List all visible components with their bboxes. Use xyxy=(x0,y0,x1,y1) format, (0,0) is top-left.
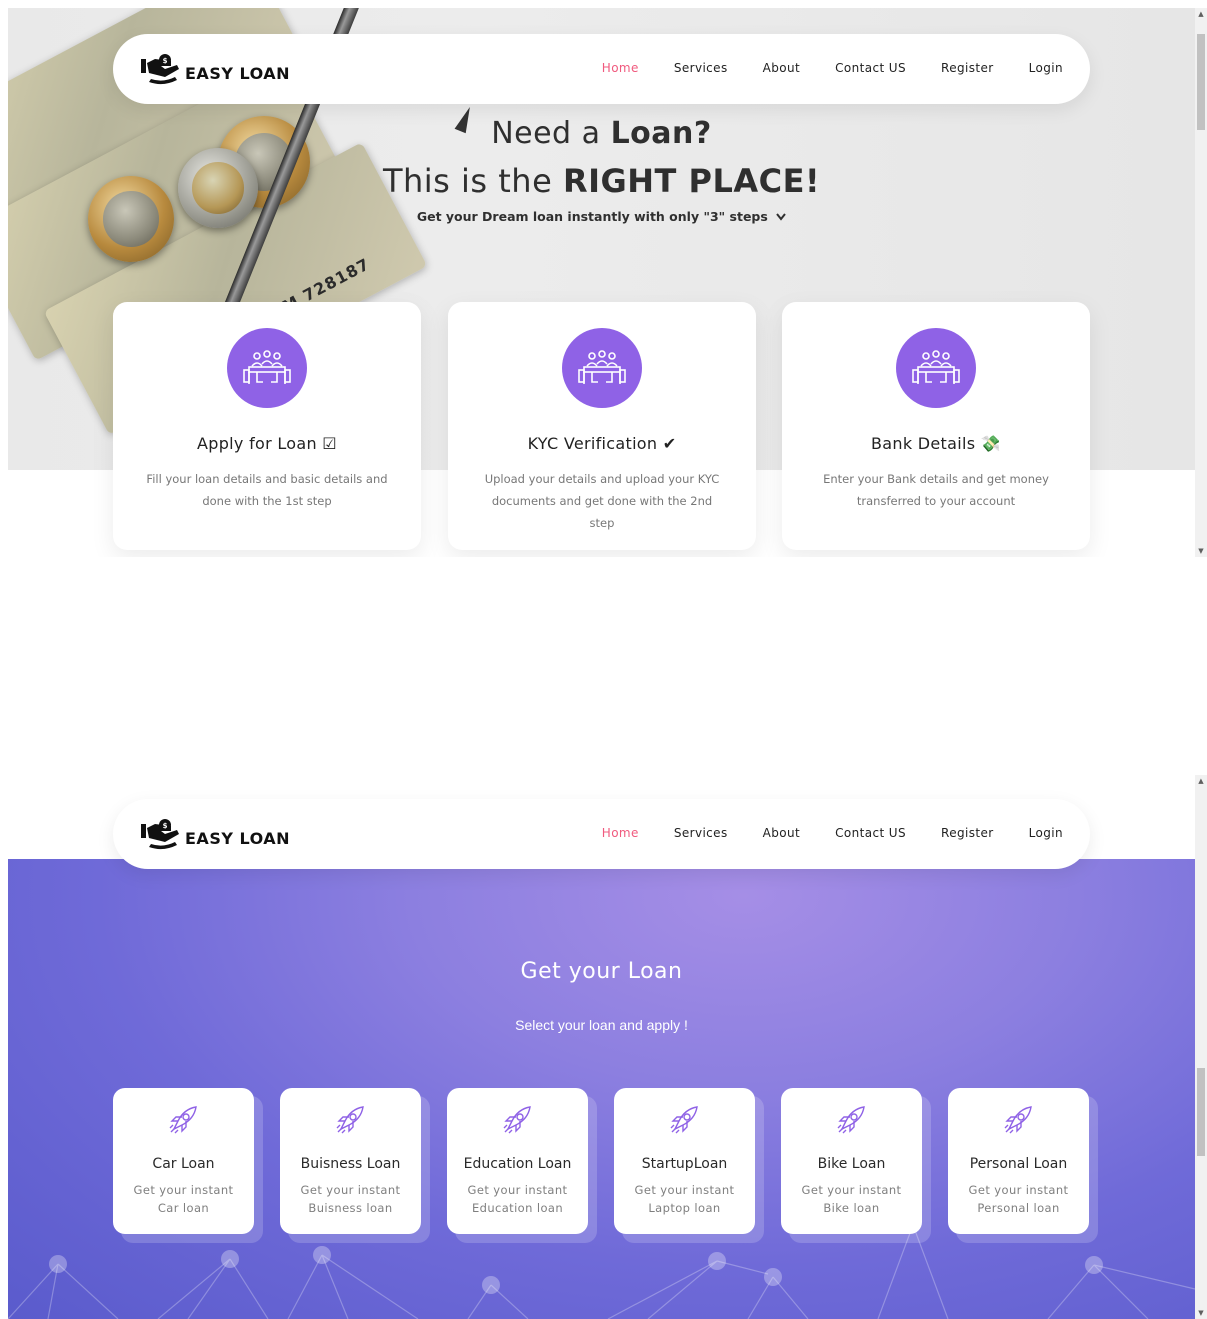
nav-links: Home Services About Contact US Register … xyxy=(567,61,1063,75)
chevron-down-icon xyxy=(776,213,786,221)
hero-title-line1-prefix: Need a xyxy=(491,116,611,151)
loan-title: Buisness Loan xyxy=(300,1156,401,1172)
loan-card-body[interactable]: Bike Loan Get your instant Bike loan xyxy=(781,1088,922,1234)
nav-link-home[interactable]: Home xyxy=(602,61,639,75)
hero-subtitle-text: Get your Dream loan instantly with only … xyxy=(416,209,768,224)
rocket-icon xyxy=(169,1106,197,1134)
loan-description: Get your instant Car loan xyxy=(133,1183,234,1215)
meeting-table-icon xyxy=(562,328,642,408)
hand-money-icon: $ xyxy=(141,54,179,85)
loan-card-body[interactable]: Buisness Loan Get your instant Buisness … xyxy=(280,1088,421,1234)
nav-link-about[interactable]: About xyxy=(763,61,800,75)
brand-name: EASY LOAN xyxy=(185,63,291,83)
rocket-icon xyxy=(670,1106,698,1134)
brand-logo[interactable]: $ EASY LOAN xyxy=(141,819,290,851)
nav-link-about[interactable]: About xyxy=(763,826,800,840)
svg-text:$: $ xyxy=(163,57,168,65)
hand-money-icon: $ xyxy=(141,819,179,850)
scrollbar-thumb[interactable] xyxy=(1197,1068,1205,1156)
hero-title-line2: This is the RIGHT PLACE! xyxy=(8,162,1195,200)
loan-title: Personal Loan xyxy=(969,1156,1068,1172)
nav-link-contact[interactable]: Contact US xyxy=(835,61,906,75)
loan-card-education[interactable]: Education Loan Get your instant Educatio… xyxy=(447,1088,597,1243)
nav-links: Home Services About Contact US Register … xyxy=(567,826,1063,840)
loan-description: Get your instant Personal loan xyxy=(968,1183,1069,1215)
hero-title-line2-prefix: This is the xyxy=(382,162,563,200)
nav-link-contact[interactable]: Contact US xyxy=(835,826,906,840)
step-card-kyc[interactable]: KYC Verification ✔ Upload your details a… xyxy=(448,302,756,550)
hero-subtitle: Get your Dream loan instantly with only … xyxy=(8,209,1195,224)
step-card-apply[interactable]: Apply for Loan ☑ Fill your loan details … xyxy=(113,302,421,550)
navbar: $ EASY LOAN Home Services About Contact … xyxy=(113,34,1090,104)
loan-description: Get your instant Laptop loan xyxy=(634,1183,735,1215)
meeting-table-icon xyxy=(227,328,307,408)
loan-card-startup[interactable]: StartupLoan Get your instant Laptop loan xyxy=(614,1088,764,1243)
nav-link-login[interactable]: Login xyxy=(1029,61,1063,75)
nav-link-register[interactable]: Register xyxy=(941,61,994,75)
loan-title: Car Loan xyxy=(152,1156,215,1172)
hero-title-line1: Need a Loan? xyxy=(8,116,1195,151)
scroll-up-icon[interactable]: ▲ xyxy=(1195,775,1207,787)
rocket-icon xyxy=(1004,1106,1032,1134)
hero-title-line1-bold: Loan? xyxy=(610,116,712,151)
brand-name: EASY LOAN xyxy=(185,828,291,848)
brand-logo[interactable]: $ EASY LOAN xyxy=(141,54,290,86)
svg-text:$: $ xyxy=(163,822,168,830)
meeting-table-icon xyxy=(896,328,976,408)
loan-card-body[interactable]: Personal Loan Get your instant Personal … xyxy=(948,1088,1089,1234)
loan-title: Bike Loan xyxy=(817,1156,886,1172)
loan-title: StartupLoan xyxy=(641,1156,728,1172)
step-description: Enter your Bank details and get money tr… xyxy=(823,472,1049,508)
rocket-icon xyxy=(503,1106,531,1134)
scroll-down-icon[interactable]: ▼ xyxy=(1195,545,1207,557)
nav-link-services[interactable]: Services xyxy=(674,826,728,840)
navbar: $ EASY LOAN Home Services About Contact … xyxy=(113,799,1090,869)
services-section: Get your Loan Select your loan and apply… xyxy=(8,859,1195,1319)
step-title: Apply for Loan ☑ xyxy=(197,434,337,453)
scrollbar[interactable]: ▲ ▼ xyxy=(1195,775,1207,1319)
loan-description: Get your instant Education loan xyxy=(467,1183,568,1215)
hero-title-line2-bold: RIGHT PLACE! xyxy=(562,162,821,200)
step-description: Upload your details and upload your KYC … xyxy=(484,472,720,530)
rocket-icon xyxy=(837,1106,865,1134)
nav-link-login[interactable]: Login xyxy=(1029,826,1063,840)
scroll-up-icon[interactable]: ▲ xyxy=(1195,8,1207,20)
services-subtitle: Select your loan and apply ! xyxy=(515,1017,688,1033)
nav-link-services[interactable]: Services xyxy=(674,61,728,75)
step-title: Bank Details 💸 xyxy=(871,434,1001,453)
nav-link-home[interactable]: Home xyxy=(602,826,639,840)
nav-link-register[interactable]: Register xyxy=(941,826,994,840)
loan-description: Get your instant Bike loan xyxy=(801,1183,902,1215)
services-viewport: Get your Loan Select your loan and apply… xyxy=(8,775,1195,1319)
loan-description: Get your instant Buisness loan xyxy=(300,1183,401,1215)
loan-card-body[interactable]: Car Loan Get your instant Car loan xyxy=(113,1088,254,1234)
scroll-down-icon[interactable]: ▼ xyxy=(1195,1307,1207,1319)
loan-card-body[interactable]: Education Loan Get your instant Educatio… xyxy=(447,1088,588,1234)
hero-viewport: 5LM 728187 $ EASY LOAN Home Services Abo… xyxy=(8,8,1195,557)
services-title: Get your Loan xyxy=(520,959,683,984)
step-description: Fill your loan details and basic details… xyxy=(146,472,388,508)
loan-card-personal[interactable]: Personal Loan Get your instant Personal … xyxy=(948,1088,1098,1243)
step-card-bank[interactable]: Bank Details 💸 Enter your Bank details a… xyxy=(782,302,1090,550)
step-title: KYC Verification ✔ xyxy=(527,434,677,453)
rocket-icon xyxy=(336,1106,364,1134)
scrollbar-thumb[interactable] xyxy=(1197,34,1205,130)
loan-card-body[interactable]: StartupLoan Get your instant Laptop loan xyxy=(614,1088,755,1234)
loan-card-car[interactable]: Car Loan Get your instant Car loan xyxy=(113,1088,263,1243)
loan-card-business[interactable]: Buisness Loan Get your instant Buisness … xyxy=(280,1088,430,1243)
loan-card-bike[interactable]: Bike Loan Get your instant Bike loan xyxy=(781,1088,931,1243)
loan-title: Education Loan xyxy=(463,1156,572,1172)
scrollbar[interactable]: ▲ ▼ xyxy=(1195,8,1207,557)
